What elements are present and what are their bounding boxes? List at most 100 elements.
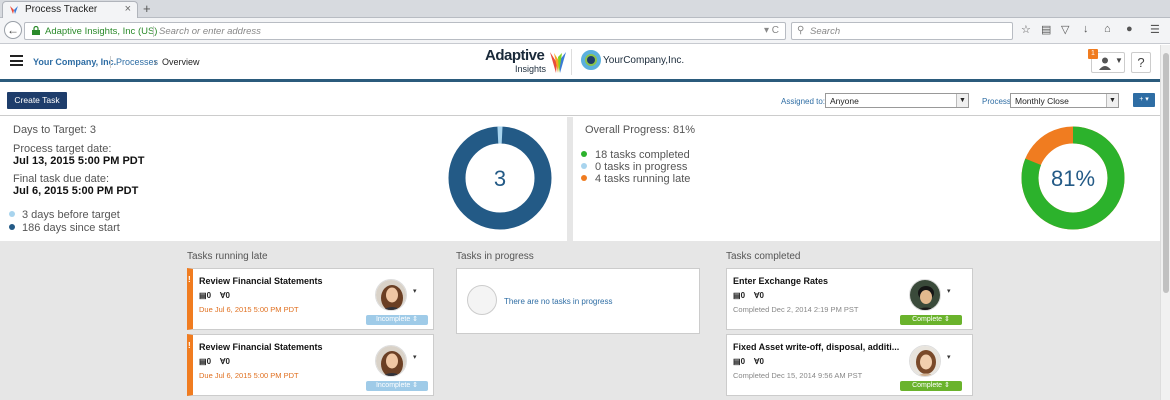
- attachment-count: ∀0: [220, 291, 230, 300]
- filter-toolbar: Create Task Assigned to: Anyone ▼ Proces…: [0, 82, 1160, 116]
- search-input[interactable]: Search: [810, 26, 840, 37]
- legend-since-start: 186 days since start: [22, 222, 120, 234]
- legend-before-target: 3 days before target: [22, 209, 120, 221]
- progress-column-title: Tasks in progress: [456, 251, 534, 262]
- breadcrumb-company[interactable]: Your Company, Inc.: [33, 57, 116, 67]
- menu-icon[interactable]: ☰: [1150, 23, 1160, 36]
- process-target-value: Jul 13, 2015 5:00 PM PDT: [13, 155, 145, 167]
- completed-task-card[interactable]: Enter Exchange Rates ▤0 ∀0 Completed Dec…: [726, 268, 973, 330]
- legend-in-progress-dot: [581, 163, 587, 169]
- assignee-avatar[interactable]: [375, 345, 407, 377]
- attachment-count-value: 0: [759, 357, 764, 366]
- search-icon: ⚲: [797, 25, 805, 36]
- warning-icon: !: [188, 275, 191, 284]
- final-task-label: Final task due date:: [13, 173, 110, 185]
- user-menu-button[interactable]: 1 ▼: [1088, 49, 1125, 73]
- chevron-down-icon: ▼: [956, 94, 968, 107]
- logo-insights-text: Insights: [515, 64, 547, 74]
- chevron-down-icon[interactable]: ▾: [947, 353, 951, 361]
- new-tab-button[interactable]: +: [143, 1, 151, 16]
- yourcompany-logo-text: YourCompany,Inc.: [603, 55, 685, 66]
- url-divider: [153, 26, 154, 37]
- task-title[interactable]: Fixed Asset write-off, disposal, additi.…: [733, 342, 923, 352]
- overall-progress-panel: Overall Progress: 81% 18 tasks completed…: [573, 117, 1160, 241]
- completed-date: Completed Dec 2, 2014 2:19 PM PST: [733, 305, 859, 314]
- tab-process-tracker[interactable]: Process Tracker ×: [2, 1, 138, 18]
- document-count: ▤0: [199, 291, 212, 300]
- completed-task-card[interactable]: Fixed Asset write-off, disposal, additi.…: [726, 334, 973, 396]
- assignee-avatar[interactable]: [909, 279, 941, 311]
- process-select[interactable]: Monthly Close ▼: [1010, 93, 1119, 108]
- assigned-to-value: Anyone: [830, 96, 859, 106]
- assigned-to-label: Assigned to:: [781, 97, 826, 106]
- download-icon[interactable]: ↓: [1083, 23, 1089, 35]
- browser-search-bar[interactable]: ⚲ Search: [791, 22, 1013, 40]
- days-donut-chart: 3: [448, 126, 552, 230]
- attachment-count-value: 0: [225, 357, 230, 366]
- url-dropdown-reload-icon[interactable]: ▾ C: [764, 25, 779, 36]
- add-menu-button[interactable]: + ▾: [1133, 93, 1155, 107]
- legend-completed: 18 tasks completed: [595, 149, 690, 161]
- site-identity: Adaptive Insights, Inc (US): [45, 26, 158, 37]
- progress-donut-chart: 81%: [1021, 126, 1125, 230]
- chevron-down-icon[interactable]: ▾: [413, 353, 417, 361]
- assigned-to-select[interactable]: Anyone ▼: [825, 93, 969, 108]
- completed-date: Completed Dec 15, 2014 9:56 AM PST: [733, 371, 863, 380]
- status-select[interactable]: Complete ⇕: [900, 315, 962, 325]
- task-title[interactable]: Review Financial Statements: [199, 276, 389, 286]
- late-task-card[interactable]: ! Review Financial Statements ▤0 ∀0 Due …: [187, 268, 434, 330]
- url-input[interactable]: Search or enter address: [159, 26, 261, 37]
- logo-adaptive-text: Adaptive: [485, 47, 545, 64]
- attachment-count: ∀0: [754, 291, 764, 300]
- legend-before-dot: [9, 211, 15, 217]
- legend-in-progress: 0 tasks in progress: [595, 161, 688, 173]
- task-title[interactable]: Review Financial Statements: [199, 342, 389, 352]
- url-bar[interactable]: Adaptive Insights, Inc (US) Search or en…: [24, 22, 786, 40]
- status-select[interactable]: Incomplete ⇕: [366, 381, 428, 391]
- chat-icon[interactable]: ●: [1126, 23, 1133, 35]
- task-title[interactable]: Enter Exchange Rates: [733, 276, 923, 286]
- breadcrumb-current: Overview: [162, 57, 200, 67]
- completed-column-title: Tasks completed: [726, 251, 801, 262]
- browser-tab-strip: Process Tracker × +: [0, 0, 1170, 18]
- document-count: ▤0: [733, 291, 746, 300]
- page-scrollbar[interactable]: [1160, 45, 1170, 400]
- reading-list-icon[interactable]: ▤: [1041, 23, 1051, 36]
- attachment-count-value: 0: [759, 291, 764, 300]
- empty-in-progress-text: There are no tasks in progress: [504, 297, 613, 306]
- create-task-button[interactable]: Create Task: [7, 92, 67, 109]
- scrollbar-thumb[interactable]: [1163, 53, 1169, 293]
- attachment-count: ∀0: [754, 357, 764, 366]
- due-date: Due Jul 6, 2015 5:00 PM PDT: [199, 305, 299, 314]
- lock-icon: [32, 26, 40, 35]
- help-button[interactable]: ?: [1131, 52, 1151, 73]
- empty-tray-icon: [467, 285, 497, 315]
- days-to-target-panel: Days to Target: 3 Process target date: J…: [0, 117, 567, 241]
- back-button[interactable]: ←: [4, 21, 22, 39]
- late-task-card[interactable]: ! Review Financial Statements ▤0 ∀0 Due …: [187, 334, 434, 396]
- pocket-icon[interactable]: ▽: [1061, 23, 1069, 36]
- legend-late: 4 tasks running late: [595, 173, 691, 185]
- assignee-avatar[interactable]: [375, 279, 407, 311]
- process-label: Process:: [982, 97, 1014, 106]
- process-target-label: Process target date:: [13, 143, 112, 155]
- notification-badge: 1: [1088, 49, 1098, 59]
- due-date: Due Jul 6, 2015 5:00 PM PDT: [199, 371, 299, 380]
- days-donut-value: 3: [494, 166, 506, 191]
- attachment-count: ∀0: [220, 357, 230, 366]
- chevron-down-icon[interactable]: ▾: [947, 287, 951, 295]
- close-tab-icon[interactable]: ×: [125, 3, 131, 15]
- hamburger-menu-icon[interactable]: [10, 55, 23, 66]
- breadcrumb-processes[interactable]: Processes: [116, 57, 158, 67]
- adaptive-v-icon: [550, 52, 566, 73]
- empty-in-progress-card: There are no tasks in progress: [456, 268, 700, 334]
- home-icon[interactable]: ⌂: [1104, 23, 1111, 35]
- process-value: Monthly Close: [1015, 96, 1069, 106]
- chevron-down-icon[interactable]: ▾: [413, 287, 417, 295]
- chevron-down-icon: ▼: [1115, 56, 1123, 65]
- status-select[interactable]: Incomplete ⇕: [366, 315, 428, 325]
- assignee-avatar[interactable]: [909, 345, 941, 377]
- star-icon[interactable]: ☆: [1021, 23, 1031, 36]
- status-select[interactable]: Complete ⇕: [900, 381, 962, 391]
- progress-donut-value: 81%: [1051, 166, 1095, 191]
